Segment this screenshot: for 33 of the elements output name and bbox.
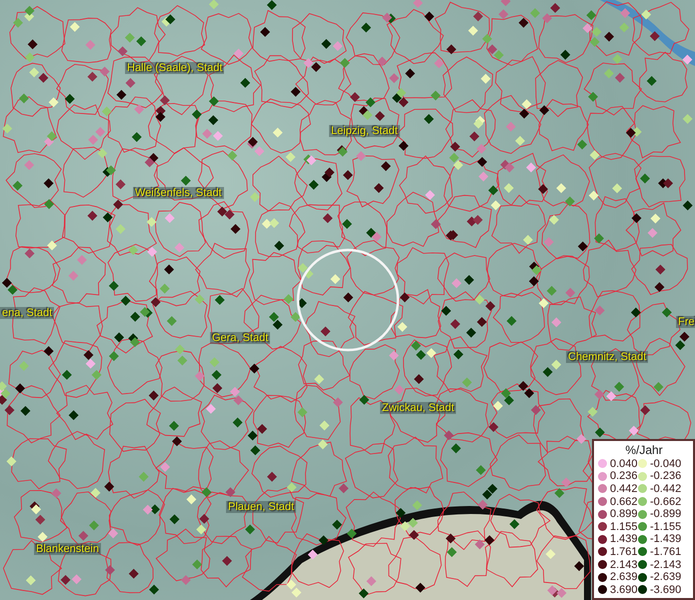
legend-value: 0.899 bbox=[610, 508, 638, 520]
city-label: Frei bbox=[676, 316, 695, 328]
legend-value: -1.439 bbox=[650, 533, 682, 546]
legend-value: 0.662 bbox=[610, 496, 638, 508]
city-label: Halle (Saale), Stadt bbox=[125, 62, 224, 74]
legend-title: %/Jahr bbox=[624, 443, 664, 458]
city-label: Gera, Stadt bbox=[210, 332, 270, 344]
selection-circle-icon[interactable] bbox=[296, 248, 400, 352]
legend-value: -0.662 bbox=[650, 496, 682, 508]
city-label: Leipzig, Stadt bbox=[329, 125, 400, 137]
legend-value: 0.040 bbox=[610, 458, 638, 470]
legend-value: 1.439 bbox=[610, 533, 638, 546]
legend-value: 3.690 bbox=[610, 584, 638, 596]
legend-value: -0.040 bbox=[650, 458, 682, 470]
city-label: Plauen, Stadt bbox=[226, 501, 296, 513]
legend-value: 2.639 bbox=[610, 571, 638, 584]
legend-value: 0.442 bbox=[610, 482, 638, 495]
legend-value: -0.442 bbox=[650, 482, 682, 495]
city-label: Zwickau, Stadt bbox=[380, 402, 456, 414]
legend-value: -0.899 bbox=[650, 508, 682, 520]
city-label: Chemnitz, Stadt bbox=[566, 351, 648, 363]
city-label: Blankenstein bbox=[34, 543, 101, 555]
legend-value: -1.761 bbox=[650, 546, 682, 558]
legend-value: 0.236 bbox=[610, 470, 638, 482]
legend-value: 1.155 bbox=[610, 520, 638, 533]
legend-value: 2.143 bbox=[610, 558, 638, 571]
legend-value: -2.143 bbox=[650, 558, 682, 571]
legend-value: -3.690 bbox=[650, 584, 682, 596]
legend-value: 1.761 bbox=[610, 546, 638, 558]
legend-value: -0.236 bbox=[650, 470, 682, 482]
legend-value: -1.155 bbox=[650, 520, 682, 533]
city-label: ena, Stadt bbox=[0, 307, 54, 319]
legend-value: -2.639 bbox=[650, 571, 682, 584]
